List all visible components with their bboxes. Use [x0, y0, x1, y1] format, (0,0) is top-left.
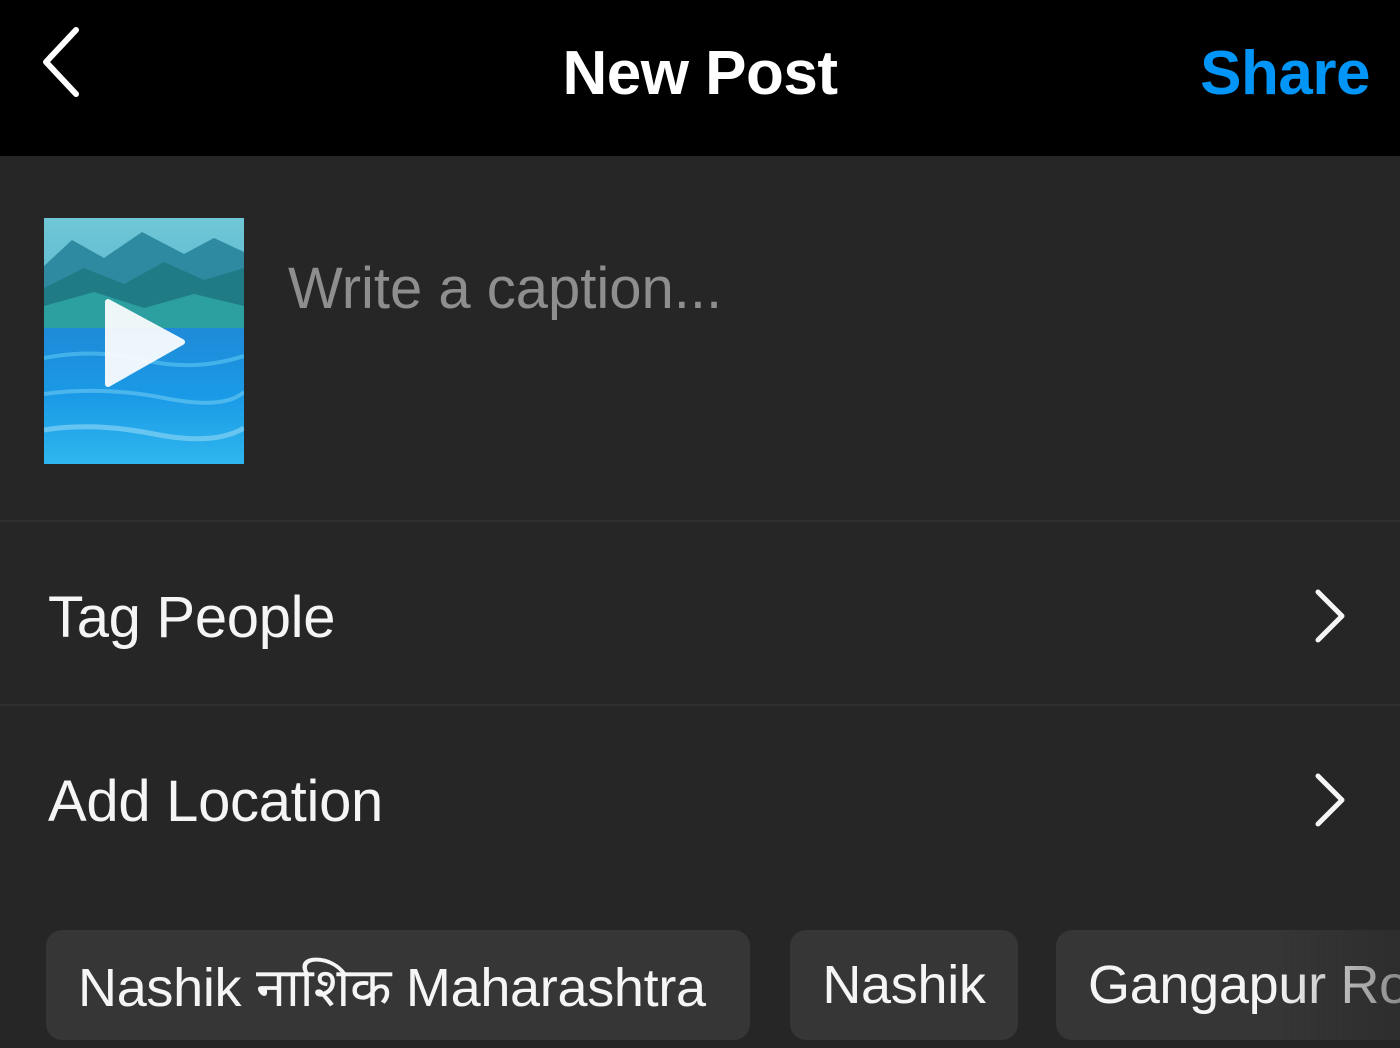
- location-chip[interactable]: Gangapur Ro: [1056, 930, 1400, 1040]
- new-post-screen: New Post Share Write a caption... Tag Pe…: [0, 0, 1400, 1048]
- caption-section: [0, 156, 1400, 520]
- location-chip[interactable]: Nashik नाशिक Maharashtra: [46, 930, 750, 1040]
- chevron-right-icon: [1315, 589, 1345, 643]
- tag-people-row[interactable]: Tag People: [0, 522, 1400, 702]
- page-title: New Post: [562, 39, 838, 108]
- add-location-row[interactable]: Add Location: [0, 706, 1400, 886]
- chevron-right-icon: [1315, 773, 1345, 827]
- tag-people-label: Tag People: [48, 585, 336, 650]
- caption-input[interactable]: [288, 248, 1348, 328]
- share-button[interactable]: Share: [1200, 38, 1370, 109]
- location-chip[interactable]: Nashik: [790, 930, 1018, 1040]
- location-suggestions: Nashik नाशिक Maharashtra Nashik Gangapur…: [0, 926, 1400, 1048]
- thumbnail-image: [44, 218, 244, 464]
- top-bar: New Post Share: [0, 0, 1400, 156]
- add-location-label: Add Location: [48, 769, 383, 834]
- video-thumbnail[interactable]: [44, 218, 244, 464]
